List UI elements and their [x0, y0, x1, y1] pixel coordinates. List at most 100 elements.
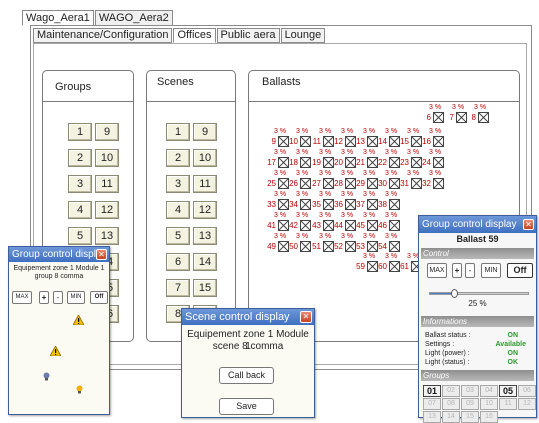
scene-button-4[interactable]: 4	[166, 201, 190, 219]
ballast-group-15[interactable]: 15	[461, 411, 479, 423]
level-slider-thumb[interactable]	[451, 289, 458, 298]
scene-button-6[interactable]: 6	[166, 253, 190, 271]
group-window-titlebar[interactable]: Group control display ✕	[9, 247, 109, 262]
ballast-item[interactable]: 3 % 41	[267, 212, 289, 234]
ballast-group-06[interactable]: 06	[518, 385, 536, 397]
ballast-item[interactable]: 3 % 49	[267, 233, 289, 255]
ballast-group-16[interactable]: 16	[480, 411, 498, 423]
ballast-item[interactable]: 3 % 54	[378, 233, 400, 255]
ballast-item[interactable]: 3 % 26	[289, 170, 311, 192]
group-max-button[interactable]: MAX	[12, 291, 32, 304]
ballast-item[interactable]: 3 % 24	[422, 149, 444, 171]
ballast-item[interactable]: 3 % 51	[312, 233, 334, 255]
ballast-group-02[interactable]: 02	[442, 385, 460, 397]
ballast-item[interactable]: 3 % 36	[334, 191, 356, 213]
close-icon[interactable]: ✕	[523, 219, 534, 230]
group-button-1[interactable]: 1	[68, 123, 92, 141]
close-icon[interactable]: ✕	[300, 311, 312, 323]
ballast-item[interactable]: 3 % 59	[356, 253, 378, 275]
level-slider-track[interactable]	[429, 292, 529, 295]
group-button-5[interactable]: 5	[68, 227, 92, 245]
ballast-group-08[interactable]: 08	[442, 398, 460, 410]
ballast-min-button[interactable]: MIN	[481, 263, 501, 278]
ballast-item[interactable]: 3 % 34	[289, 191, 311, 213]
group-button-13[interactable]: 13	[95, 227, 119, 245]
ballast-item[interactable]: 3 % 52	[334, 233, 356, 255]
scene-button-10[interactable]: 10	[193, 149, 217, 167]
scene-button-1[interactable]: 1	[166, 123, 190, 141]
tab-wago-aera2[interactable]: WAGO_Aera2	[94, 10, 173, 26]
scene-button-14[interactable]: 14	[193, 253, 217, 271]
ballast-minus-button[interactable]: -	[465, 263, 475, 278]
ballast-item[interactable]: 3 % 18	[289, 149, 311, 171]
ballast-group-05[interactable]: 05	[499, 385, 517, 397]
ballast-item[interactable]: 3 % 10	[289, 128, 311, 150]
tab-maintenance[interactable]: Maintenance/Configuration	[33, 28, 173, 43]
ballast-item[interactable]: 3 % 11	[312, 128, 334, 150]
group-button-12[interactable]: 12	[95, 201, 119, 219]
scene-button-2[interactable]: 2	[166, 149, 190, 167]
ballast-group-14[interactable]: 14	[442, 411, 460, 423]
group-button-4[interactable]: 4	[68, 201, 92, 219]
ballast-group-01[interactable]: 01	[423, 385, 441, 397]
ballast-item[interactable]: 3 % 8	[467, 104, 489, 126]
ballast-item[interactable]: 3 % 35	[312, 191, 334, 213]
ballast-item[interactable]: 3 % 6	[422, 104, 444, 126]
ballast-item[interactable]: 3 % 50	[289, 233, 311, 255]
ballast-item[interactable]: 3 % 42	[289, 212, 311, 234]
scene-callback-button[interactable]: Call back	[219, 367, 274, 384]
ballast-item[interactable]: 3 % 14	[378, 128, 400, 150]
ballast-item[interactable]: 3 % 16	[422, 128, 444, 150]
ballast-item[interactable]: 3 % 31	[400, 170, 422, 192]
ballast-item[interactable]: 3 % 37	[356, 191, 378, 213]
ballast-item[interactable]: 3 % 9	[267, 128, 289, 150]
scene-button-7[interactable]: 7	[166, 279, 190, 297]
ballast-item[interactable]: 3 % 28	[334, 170, 356, 192]
tab-public-aera[interactable]: Public aera	[216, 28, 280, 43]
ballast-item[interactable]: 3 % 13	[356, 128, 378, 150]
ballast-item[interactable]: 3 % 22	[378, 149, 400, 171]
group-off-button[interactable]: Off	[90, 291, 108, 304]
ballast-group-11[interactable]: 11	[499, 398, 517, 410]
group-button-11[interactable]: 11	[95, 175, 119, 193]
ballast-group-12[interactable]: 12	[518, 398, 536, 410]
ballast-group-04[interactable]: 04	[480, 385, 498, 397]
ballast-max-button[interactable]: MAX	[427, 263, 447, 278]
ballast-item[interactable]: 3 % 30	[378, 170, 400, 192]
ballast-item[interactable]: 3 % 19	[312, 149, 334, 171]
scene-button-9[interactable]: 9	[193, 123, 217, 141]
tab-offices[interactable]: Offices	[173, 28, 216, 43]
scene-button-11[interactable]: 11	[193, 175, 217, 193]
ballast-item[interactable]: 3 % 15	[400, 128, 422, 150]
ballast-group-13[interactable]: 13	[423, 411, 441, 423]
ballast-item[interactable]: 3 % 17	[267, 149, 289, 171]
scene-button-15[interactable]: 15	[193, 279, 217, 297]
close-icon[interactable]: ✕	[96, 249, 107, 260]
ballast-item[interactable]: 3 % 25	[267, 170, 289, 192]
tab-wago-aera1[interactable]: Wago_Aera1	[22, 10, 94, 26]
tab-lounge[interactable]: Lounge	[280, 28, 326, 43]
ballast-item[interactable]: 3 % 7	[445, 104, 467, 126]
ballast-window-titlebar[interactable]: Group control display ✕	[419, 216, 536, 233]
group-button-2[interactable]: 2	[68, 149, 92, 167]
scene-window-titlebar[interactable]: Scene control display ✕	[182, 309, 314, 325]
ballast-item[interactable]: 3 % 32	[422, 170, 444, 192]
ballast-item[interactable]: 3 % 27	[312, 170, 334, 192]
scene-button-12[interactable]: 12	[193, 201, 217, 219]
ballast-group-07[interactable]: 07	[423, 398, 441, 410]
ballast-item[interactable]: 3 % 60	[378, 253, 400, 275]
ballast-item[interactable]: 3 % 33	[267, 191, 289, 213]
ballast-item[interactable]: 3 % 12	[334, 128, 356, 150]
group-minus-button[interactable]: -	[53, 291, 63, 304]
ballast-item[interactable]: 3 % 46	[378, 212, 400, 234]
ballast-group-10[interactable]: 10	[480, 398, 498, 410]
group-button-10[interactable]: 10	[95, 149, 119, 167]
ballast-plus-button[interactable]: +	[452, 263, 462, 278]
group-min-button[interactable]: MIN	[67, 291, 85, 304]
ballast-off-button[interactable]: Off	[507, 263, 533, 278]
scene-button-13[interactable]: 13	[193, 227, 217, 245]
group-plus-button[interactable]: +	[39, 291, 49, 304]
ballast-item[interactable]: 3 % 38	[378, 191, 400, 213]
ballast-item[interactable]: 3 % 43	[312, 212, 334, 234]
scene-button-5[interactable]: 5	[166, 227, 190, 245]
